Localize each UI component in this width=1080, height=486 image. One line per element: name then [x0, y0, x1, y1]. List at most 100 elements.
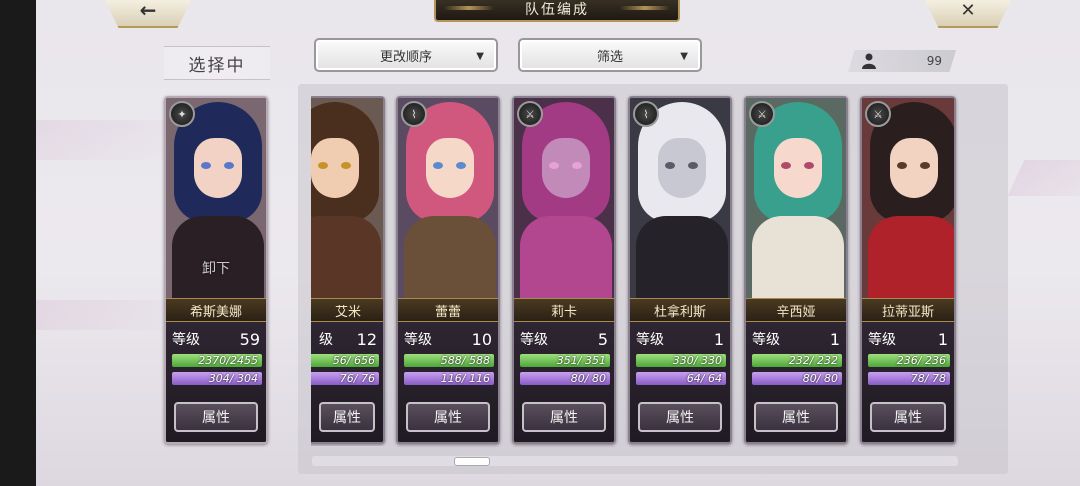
sort-order-label: 更改顺序 [379, 49, 432, 65]
character-card[interactable]: ⚔ 拉蒂亚斯 等级 1 236/ 236 78/ 78 属性 [860, 96, 956, 444]
attribute-button[interactable]: 属性 [638, 402, 722, 432]
unit-count-box: 99 [848, 50, 956, 72]
character-portrait [746, 98, 846, 298]
portrait-eye [224, 162, 234, 169]
mp-bar: 76/ 76 [311, 372, 379, 385]
mp-bar: 78/ 78 [868, 372, 950, 385]
close-button[interactable]: ✕ [922, 0, 1014, 28]
character-stats: 级 12 56/ 656 76/ 76 属性 [311, 322, 383, 442]
team-formation-screen: ← 队伍编成 ✕ 选择中 更改顺序 ▼ 筛选 ▼ 99 卸下 ✦ 希斯美娜 等级… [36, 0, 1080, 486]
back-button[interactable]: ← [102, 0, 194, 28]
mp-bar: 80/ 80 [520, 372, 610, 385]
mp-bar: 304/ 304 [172, 372, 262, 385]
character-portrait [311, 98, 383, 298]
level-label: 等级 [868, 332, 896, 348]
level-label: 级 [319, 332, 333, 348]
character-portrait: 卸下 [166, 98, 266, 298]
portrait-eye [804, 162, 814, 169]
character-name: 辛西娅 [746, 298, 846, 322]
level-row: 等级 1 [636, 328, 724, 350]
character-portrait [398, 98, 498, 298]
portrait-face [426, 138, 474, 198]
level-label: 等级 [172, 332, 200, 348]
portrait-face [658, 138, 706, 198]
attribute-button[interactable]: 属性 [406, 402, 490, 432]
hp-bar: 351/ 351 [520, 354, 610, 367]
level-label: 等级 [520, 332, 548, 348]
class-sword-icon: ⚔ [517, 101, 543, 127]
portrait-eye [549, 162, 559, 169]
sort-order-dropdown[interactable]: 更改顺序 ▼ [314, 38, 498, 72]
character-portrait [630, 98, 730, 298]
attribute-button[interactable]: 属性 [754, 402, 838, 432]
hp-bar: 236/ 236 [868, 354, 950, 367]
portrait-face [194, 138, 242, 198]
portrait-body [311, 216, 381, 298]
filter-dropdown[interactable]: 筛选 ▼ [518, 38, 702, 72]
portrait-face [890, 138, 938, 198]
attribute-button[interactable]: 属性 [319, 402, 375, 432]
hp-bar: 2370/2455 [172, 354, 262, 367]
level-value: 1 [829, 329, 840, 349]
level-value: 5 [597, 329, 608, 349]
level-value: 1 [937, 329, 948, 349]
portrait-eye [318, 162, 328, 169]
portrait-body [636, 216, 728, 298]
character-card[interactable]: ⚔ 辛西娅 等级 1 232/ 232 80/ 80 属性 [744, 96, 848, 444]
portrait-eye [572, 162, 582, 169]
character-stats: 等级 5 351/ 351 80/ 80 属性 [514, 322, 614, 442]
horizontal-scrollbar[interactable] [312, 456, 958, 466]
level-label: 等级 [404, 332, 432, 348]
selecting-label-text: 选择中 [188, 55, 246, 76]
attribute-button[interactable]: 属性 [174, 402, 258, 432]
portrait-face [774, 138, 822, 198]
portrait-eye [920, 162, 930, 169]
close-icon: ✕ [960, 0, 976, 21]
class-sword-icon: ⚔ [749, 101, 775, 127]
unit-count: 99 [926, 54, 942, 68]
portrait-eye [201, 162, 211, 169]
page-title: 队伍编成 [434, 0, 680, 22]
character-name: 杜拿利斯 [630, 298, 730, 322]
character-card[interactable]: ⌇ 蕾蕾 等级 10 588/ 588 116/ 116 属性 [396, 96, 500, 444]
portrait-body [752, 216, 844, 298]
attribute-button[interactable]: 属性 [522, 402, 606, 432]
leader-character-card[interactable]: 卸下 ✦ 希斯美娜 等级 59 2370/2455 304/ 304 属性 [164, 96, 268, 444]
level-value: 12 [356, 329, 377, 349]
portrait-body [172, 216, 264, 298]
portrait-eye [688, 162, 698, 169]
attribute-button[interactable]: 属性 [870, 402, 946, 432]
portrait-eye [456, 162, 466, 169]
character-card[interactable]: ⚔ 莉卡 等级 5 351/ 351 80/ 80 属性 [512, 96, 616, 444]
character-stats: 等级 1 232/ 232 80/ 80 属性 [746, 322, 846, 442]
level-row: 等级 10 [404, 328, 492, 350]
level-value: 10 [471, 329, 492, 349]
scrollbar-thumb[interactable] [454, 457, 490, 466]
class-sword-icon: ⚔ [865, 101, 891, 127]
hp-bar: 330/ 330 [636, 354, 726, 367]
remove-label: 卸下 [202, 261, 230, 277]
portrait-eye [665, 162, 675, 169]
class-staff-icon: ⌇ [401, 101, 427, 127]
character-name: 蕾蕾 [398, 298, 498, 322]
mp-bar: 80/ 80 [752, 372, 842, 385]
character-name: 艾米 [311, 298, 383, 322]
level-row: 等级 59 [172, 328, 260, 350]
mp-bar: 116/ 116 [404, 372, 494, 385]
portrait-eye [341, 162, 351, 169]
level-row: 等级 1 [752, 328, 840, 350]
level-value: 1 [713, 329, 724, 349]
filter-label: 筛选 [596, 49, 623, 65]
portrait-body [868, 216, 954, 298]
level-row: 等级 1 [868, 328, 948, 350]
character-portrait [514, 98, 614, 298]
character-name: 莉卡 [514, 298, 614, 322]
character-card[interactable]: ⌇ 杜拿利斯 等级 1 330/ 330 64/ 64 属性 [628, 96, 732, 444]
character-portrait [862, 98, 954, 298]
character-card[interactable]: 艾米 级 12 56/ 656 76/ 76 属性 [311, 96, 385, 444]
class-staff-icon: ⌇ [633, 101, 659, 127]
chevron-down-icon: ▼ [680, 51, 688, 62]
portrait-face [311, 138, 359, 198]
level-row: 级 12 [319, 328, 377, 350]
character-name: 希斯美娜 [166, 298, 266, 322]
